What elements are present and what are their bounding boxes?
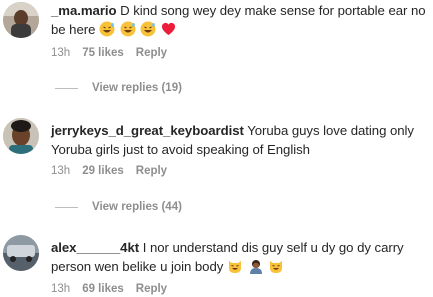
comment-text: _ma.mario D kind song wey dey make sense…	[51, 1, 427, 39]
comment-likes[interactable]: 75 likes	[82, 47, 124, 59]
divider-line	[55, 87, 78, 89]
view-replies-label: View replies (44)	[92, 201, 182, 213]
avatar[interactable]	[3, 2, 39, 38]
grinning-sweat-icon	[99, 21, 115, 37]
grinning-sweat-icon	[120, 21, 136, 37]
grinning-sweat-icon	[140, 21, 156, 37]
comment-time: 13h	[51, 47, 71, 59]
reply-button[interactable]: Reply	[136, 47, 167, 59]
comment-meta: 13h 69 likes Reply	[51, 283, 167, 295]
comment-username[interactable]: alex______4kt	[51, 240, 139, 255]
avatar[interactable]	[3, 235, 39, 271]
grinning-cat-icon	[270, 261, 283, 273]
person-bowing-icon	[249, 260, 262, 274]
avatar[interactable]	[3, 118, 39, 154]
reply-button[interactable]: Reply	[136, 283, 167, 295]
comment-meta: 13h 29 likes Reply	[51, 165, 167, 177]
red-heart-icon	[161, 22, 175, 36]
view-replies-button[interactable]: View replies (19)	[55, 82, 182, 94]
comment-username[interactable]: _ma.mario	[51, 3, 117, 18]
comment-text: alex______4kt I nor understand dis guy s…	[51, 238, 427, 276]
divider-line	[55, 206, 78, 208]
grinning-cat-icon	[228, 261, 241, 273]
comment-time: 13h	[51, 165, 71, 177]
comment-text: jerrykeys_d_great_keyboardist Yoruba guy…	[51, 121, 427, 159]
view-replies-button[interactable]: View replies (44)	[55, 201, 182, 213]
comment-meta: 13h 75 likes Reply	[51, 47, 167, 59]
view-replies-label: View replies (19)	[92, 82, 182, 94]
comment-time: 13h	[51, 283, 71, 295]
reply-button[interactable]: Reply	[136, 165, 167, 177]
comment-likes[interactable]: 29 likes	[82, 165, 124, 177]
comment-likes[interactable]: 69 likes	[82, 283, 124, 295]
comment-username[interactable]: jerrykeys_d_great_keyboardist	[51, 123, 244, 138]
